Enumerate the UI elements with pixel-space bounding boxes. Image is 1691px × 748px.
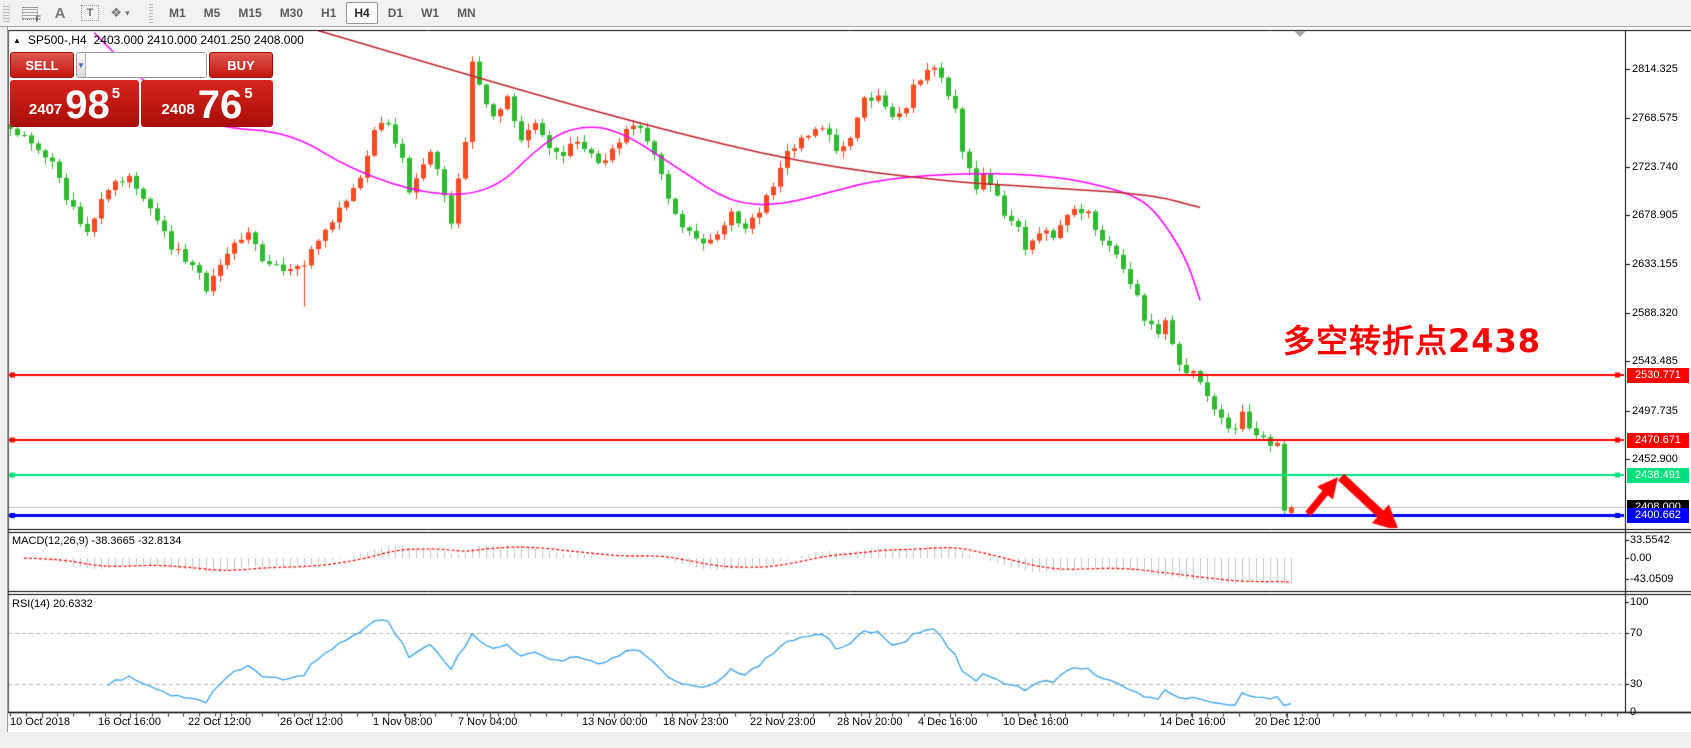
sell-price-big: 98	[65, 89, 110, 122]
symbol-timeframe-label: SP500-,H4	[28, 33, 87, 47]
timeframe-button-m15[interactable]: M15	[230, 2, 269, 24]
mt4-window: F A T ❖ ▾ M1M5M15M30H1H4D1W1MN ▲ SP500-,…	[0, 0, 1691, 748]
sell-button[interactable]: SELL	[10, 52, 74, 78]
buy-quote-panel[interactable]: 2408 76 5	[141, 80, 273, 127]
shapes-objects-button[interactable]: ❖ ▾	[107, 2, 133, 24]
ohlc-readout: 2403.000 2410.000 2401.250 2408.000	[94, 33, 304, 47]
toolbar: F A T ❖ ▾ M1M5M15M30H1H4D1W1MN	[0, 0, 1691, 27]
buy-price-sup: 5	[244, 85, 252, 102]
sell-price-sup: 5	[112, 85, 120, 102]
timeframe-button-h4[interactable]: H4	[346, 2, 377, 24]
chevron-down-icon: ▾	[125, 8, 130, 19]
toolbar-drag-handle[interactable]	[3, 4, 10, 22]
collapse-icon[interactable]: ▲	[13, 36, 21, 45]
one-click-trade-panel: SELL ▼ ▲ BUY 2407 98 5 2408 76 5	[10, 52, 273, 127]
timeframe-button-d1[interactable]: D1	[380, 2, 411, 24]
rsi-indicator-label: RSI(14) 20.6332	[12, 598, 93, 610]
toolbar-separator	[149, 3, 153, 23]
chart-shift-marker-icon[interactable]	[1294, 31, 1306, 37]
annotation-text: 多空转折点2438	[1283, 316, 1541, 362]
buy-button[interactable]: BUY	[209, 52, 273, 78]
text-label-button[interactable]: A	[47, 2, 73, 24]
timeframe-button-w1[interactable]: W1	[413, 2, 447, 24]
timeframe-button-mn[interactable]: MN	[449, 2, 484, 24]
sell-price-prefix: 2407	[29, 101, 62, 118]
text-a-icon: A	[55, 5, 66, 22]
volume-decrease-button[interactable]: ▼	[77, 53, 86, 77]
volume-input[interactable]	[86, 53, 207, 77]
timeframe-button-m30[interactable]: M30	[272, 2, 311, 24]
timeframe-toolbar: M1M5M15M30H1H4D1W1MN	[161, 2, 484, 24]
indicator-grid-icon[interactable]: F	[17, 2, 43, 24]
buy-price-prefix: 2408	[161, 101, 194, 118]
shapes-icon: ❖	[110, 5, 122, 21]
timeframe-button-m1[interactable]: M1	[161, 2, 194, 24]
sell-quote-panel[interactable]: 2407 98 5	[10, 80, 139, 127]
chart-title: ▲ SP500-,H4 2403.000 2410.000 2401.250 2…	[13, 33, 304, 47]
macd-indicator-label: MACD(12,26,9) -38.3665 -32.8134	[12, 535, 181, 547]
window-left-border	[0, 27, 8, 748]
buy-price-big: 76	[198, 89, 243, 122]
text-t-icon: T	[81, 5, 99, 21]
text-box-button[interactable]: T	[77, 2, 103, 24]
timeframe-button-h1[interactable]: H1	[313, 2, 344, 24]
timeframe-button-m5[interactable]: M5	[196, 2, 229, 24]
window-bottom-border	[0, 732, 1691, 748]
grid-f-icon: F	[22, 7, 38, 20]
volume-box: ▼ ▲	[76, 52, 207, 78]
